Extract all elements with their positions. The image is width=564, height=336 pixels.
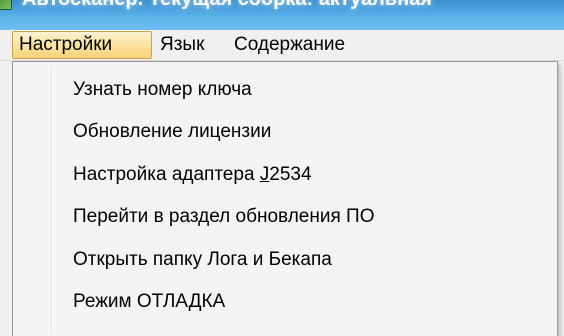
menu-item-label: Настройка адаптера J2534	[73, 164, 312, 185]
menu-item-label: Открыть папку Лога и Бекапа	[73, 249, 332, 270]
menu-contents[interactable]: Содержание	[228, 31, 351, 59]
window-titlebar: Автосканер. Текущая сборка: актуальная	[0, 0, 564, 30]
menu-settings[interactable]: Настройки	[12, 31, 152, 59]
menu-item-label: Обновление лицензии	[73, 121, 272, 142]
menu-item-label: Перейти в раздел обновления ПО	[73, 206, 375, 227]
menu-item-debug-mode[interactable]: Режим ОТЛАДКА	[15, 281, 555, 323]
menu-item-j2534-adapter-settings[interactable]: Настройка адаптера J2534	[15, 154, 555, 196]
menu-bar: Настройки Язык Содержание	[0, 30, 564, 61]
window-title: Автосканер. Текущая сборка: актуальная	[22, 0, 432, 11]
menu-item-label: Узнать номер ключа	[73, 79, 252, 100]
menu-item-get-key-number[interactable]: Узнать номер ключа	[15, 69, 555, 111]
menu-item-go-to-software-update[interactable]: Перейти в раздел обновления ПО	[15, 196, 555, 238]
app-icon	[0, 0, 12, 10]
menu-language[interactable]: Язык	[154, 31, 210, 59]
accelerator-key: J	[259, 164, 270, 185]
menu-item-label: Режим ОТЛАДКА	[73, 291, 226, 312]
menu-item-open-log-backup-folder[interactable]: Открыть папку Лога и Бекапа	[15, 239, 555, 281]
settings-dropdown-menu: Узнать номер ключа Обновление лицензии Н…	[12, 61, 558, 336]
menu-item-license-update[interactable]: Обновление лицензии	[15, 111, 555, 153]
